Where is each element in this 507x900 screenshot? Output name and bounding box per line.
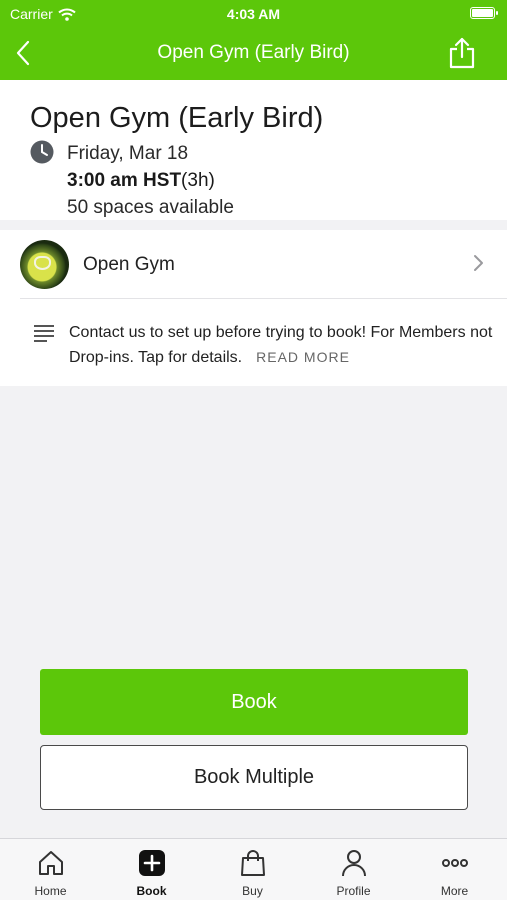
tab-label: Profile — [336, 884, 371, 898]
tab-label: Buy — [242, 884, 263, 898]
category-label: Open Gym — [83, 254, 175, 275]
chevron-right-icon — [474, 255, 483, 271]
category-row[interactable]: Open Gym — [0, 230, 507, 298]
book-multiple-button[interactable]: Book Multiple — [40, 745, 468, 810]
event-info-section: Open Gym Contact us to set up before try… — [0, 230, 507, 386]
battery-icon — [470, 7, 498, 19]
description-lines-icon — [34, 325, 54, 342]
description-text[interactable]: Contact us to set up before trying to bo… — [69, 320, 499, 370]
event-start-time: 3:00 am HST — [67, 170, 182, 191]
tab-label: Home — [34, 884, 67, 898]
home-icon — [39, 851, 63, 875]
book-button[interactable]: Book — [40, 669, 468, 735]
event-date: Friday, Mar 18 — [67, 143, 189, 164]
nav-title: Open Gym (Early Bird) — [157, 42, 350, 63]
divider — [20, 298, 507, 299]
event-duration: (3h) — [181, 170, 215, 191]
tab-buy[interactable]: Buy — [202, 839, 303, 900]
status-time: 4:03 AM — [226, 6, 281, 22]
tab-book[interactable]: Book — [101, 839, 202, 900]
person-icon — [342, 850, 366, 877]
plus-square-icon — [139, 850, 165, 876]
read-more-link[interactable]: READ MORE — [256, 349, 350, 365]
event-spaces: 50 spaces available — [67, 197, 234, 218]
category-avatar — [20, 240, 69, 289]
share-icon[interactable] — [447, 36, 477, 70]
event-time: 3:00 am HST(3h) — [67, 170, 215, 192]
tab-label: More — [440, 884, 469, 898]
tab-more[interactable]: More — [404, 839, 505, 900]
app-header: Carrier 4:03 AM Open Gym (Early Bird) — [0, 0, 507, 80]
tab-home[interactable]: Home — [0, 839, 101, 900]
status-bar: Carrier 4:03 AM — [0, 0, 507, 30]
ellipsis-icon — [442, 859, 468, 867]
shopping-bag-icon — [241, 850, 265, 876]
navigation-bar: Open Gym (Early Bird) — [0, 30, 507, 80]
event-details: Open Gym (Early Bird) Friday, Mar 18 3:0… — [0, 80, 507, 220]
tab-label: Book — [136, 884, 167, 898]
tab-bar: Home Book Buy Profile More — [0, 838, 507, 900]
tab-profile[interactable]: Profile — [303, 839, 404, 900]
clock-icon — [30, 140, 54, 164]
event-title: Open Gym (Early Bird) — [30, 102, 324, 134]
